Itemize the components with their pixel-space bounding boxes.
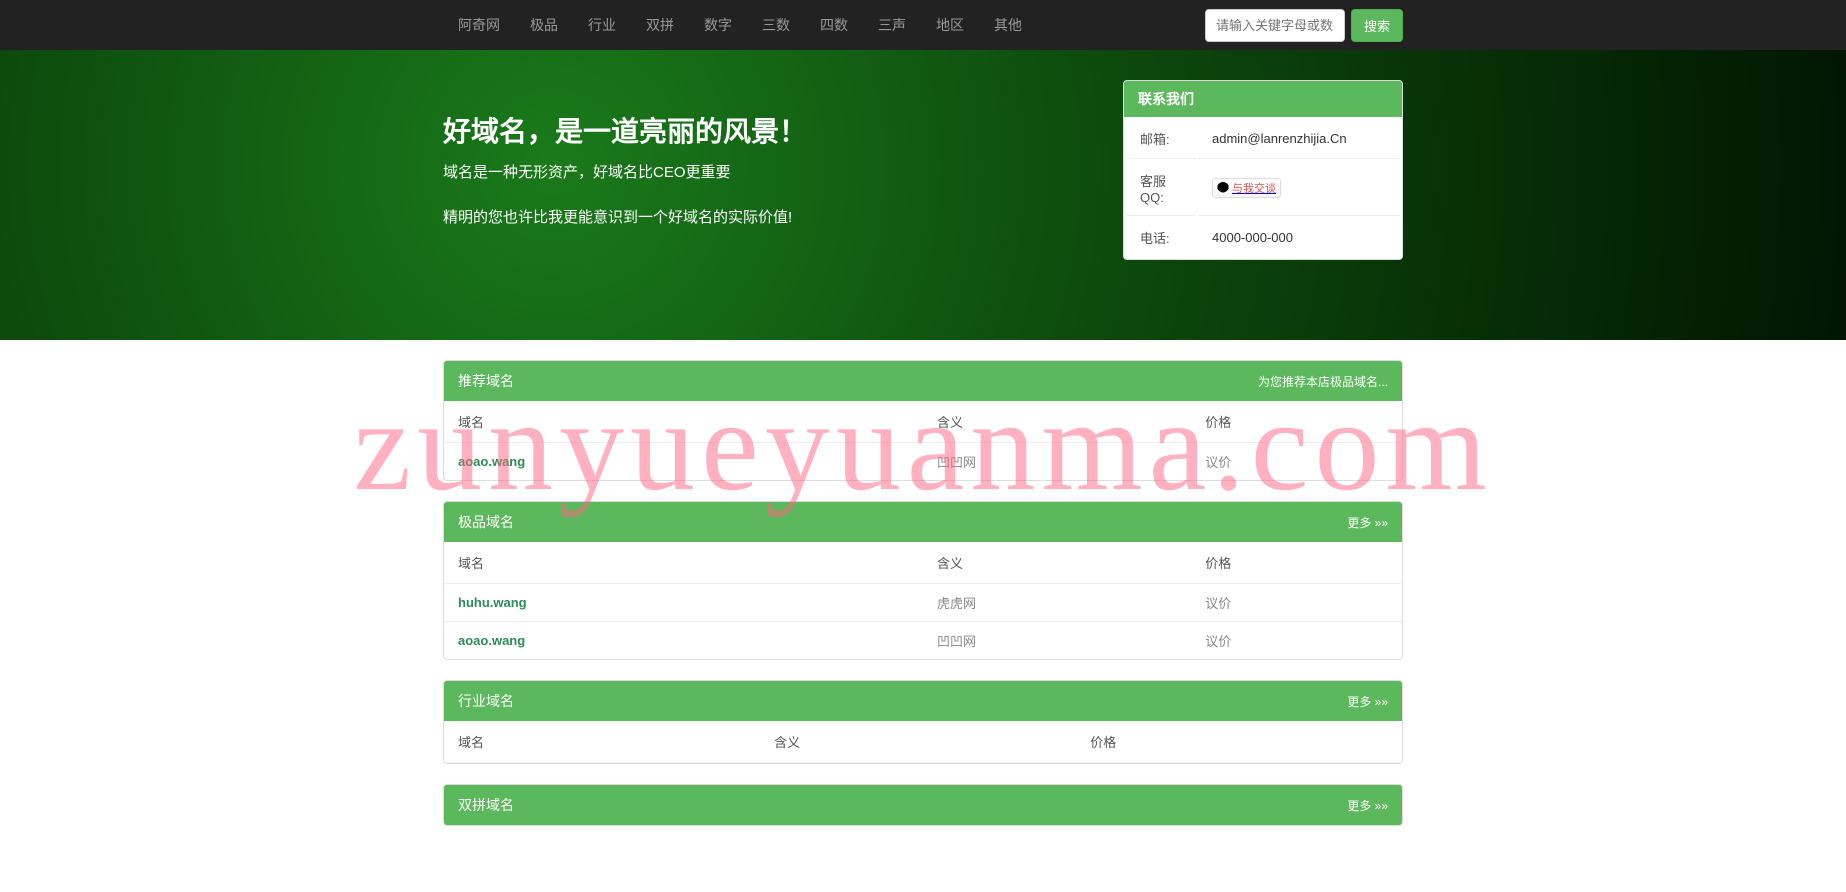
contact-row-phone: 电话: 4000-000-000 (1126, 218, 1400, 257)
contact-label: 客服QQ: (1126, 161, 1196, 216)
hero-title: 好域名，是一道亮丽的风景！ (443, 110, 1093, 150)
contact-row-qq: 客服QQ: 与我交谈 (1126, 161, 1400, 216)
domain-link[interactable]: huhu.wang (458, 595, 527, 610)
domain-meaning: 凹凹网 (923, 622, 1191, 660)
col-header-domain: 域名 (444, 542, 923, 584)
panel-title: 行业域名 (458, 691, 514, 711)
panel-more-link[interactable]: 为您推荐本店极品域名... (1258, 373, 1388, 390)
nav-item-shuangpin[interactable]: 双拼 (631, 0, 689, 50)
contact-panel: 联系我们 邮箱: admin@lanrenzhijia.Cn 客服QQ: 与我交… (1123, 80, 1403, 260)
col-header-price: 价格 (1191, 542, 1402, 584)
panel-title: 双拼域名 (458, 795, 514, 815)
nav-item-three-sound[interactable]: 三声 (863, 0, 921, 50)
nav-item-number[interactable]: 数字 (689, 0, 747, 50)
domain-link[interactable]: aoao.wang (458, 633, 525, 648)
contact-value: 4000-000-000 (1198, 218, 1400, 257)
contact-label: 邮箱: (1126, 119, 1196, 159)
col-header-domain: 域名 (444, 401, 923, 443)
domain-link[interactable]: aoao.wang (458, 454, 525, 469)
nav-item-region[interactable]: 地区 (921, 0, 979, 50)
nav-item-home[interactable]: 阿奇网 (443, 0, 515, 50)
domain-price: 议价 (1191, 622, 1402, 660)
qq-text: 与我交谈 (1232, 180, 1276, 196)
table-row: aoao.wang 凹凹网 议价 (444, 622, 1402, 660)
col-header-meaning: 含义 (760, 721, 1076, 763)
nav-search: 搜索 (1205, 9, 1403, 42)
hero-section: 好域名，是一道亮丽的风景！ 域名是一种无形资产，好域名比CEO更重要 精明的您也… (0, 50, 1846, 340)
panel-shuangpin: 双拼域名 更多 »» (443, 784, 1403, 826)
domain-meaning: 凹凹网 (923, 443, 1191, 481)
panel-title: 推荐域名 (458, 371, 514, 391)
panel-more-link[interactable]: 更多 »» (1347, 514, 1388, 531)
col-header-meaning: 含义 (923, 542, 1191, 584)
main-content: 推荐域名 为您推荐本店极品域名... 域名 含义 价格 aoao.wang 凹凹… (0, 340, 1846, 886)
contact-row-email: 邮箱: admin@lanrenzhijia.Cn (1126, 119, 1400, 159)
contact-value: admin@lanrenzhijia.Cn (1198, 119, 1400, 159)
nav-item-four-number[interactable]: 四数 (805, 0, 863, 50)
qq-icon (1217, 182, 1229, 194)
col-header-price: 价格 (1191, 401, 1402, 443)
domain-meaning: 虎虎网 (923, 584, 1191, 622)
panel-premium: 极品域名 更多 »» 域名 含义 价格 huhu.wang 虎虎网 议价 aoa… (443, 501, 1403, 660)
nav-links: 阿奇网 极品 行业 双拼 数字 三数 四数 三声 地区 其他 (443, 0, 1037, 50)
col-header-domain: 域名 (444, 721, 760, 763)
panel-title: 极品域名 (458, 512, 514, 532)
col-header-meaning: 含义 (923, 401, 1191, 443)
nav-item-premium[interactable]: 极品 (515, 0, 573, 50)
panel-recommended: 推荐域名 为您推荐本店极品域名... 域名 含义 价格 aoao.wang 凹凹… (443, 360, 1403, 481)
col-header-price: 价格 (1076, 721, 1402, 763)
nav-item-industry[interactable]: 行业 (573, 0, 631, 50)
hero-text: 好域名，是一道亮丽的风景！ 域名是一种无形资产，好域名比CEO更重要 精明的您也… (443, 80, 1093, 260)
contact-label: 电话: (1126, 218, 1196, 257)
hero-subtitle: 域名是一种无形资产，好域名比CEO更重要 (443, 162, 1093, 185)
search-input[interactable] (1205, 9, 1345, 42)
table-row: huhu.wang 虎虎网 议价 (444, 584, 1402, 622)
contact-header: 联系我们 (1124, 81, 1402, 117)
navbar: 阿奇网 极品 行业 双拼 数字 三数 四数 三声 地区 其他 搜索 (0, 0, 1846, 50)
nav-item-three-number[interactable]: 三数 (747, 0, 805, 50)
table-row: aoao.wang 凹凹网 议价 (444, 443, 1402, 481)
search-button[interactable]: 搜索 (1351, 9, 1403, 42)
domain-price: 议价 (1191, 443, 1402, 481)
qq-chat-button[interactable]: 与我交谈 (1212, 178, 1281, 198)
panel-more-link[interactable]: 更多 »» (1347, 693, 1388, 710)
panel-industry: 行业域名 更多 »» 域名 含义 价格 (443, 680, 1403, 764)
panel-more-link[interactable]: 更多 »» (1347, 797, 1388, 814)
hero-tagline: 精明的您也许比我更能意识到一个好域名的实际价值! (443, 207, 1093, 230)
nav-item-other[interactable]: 其他 (979, 0, 1037, 50)
domain-price: 议价 (1191, 584, 1402, 622)
